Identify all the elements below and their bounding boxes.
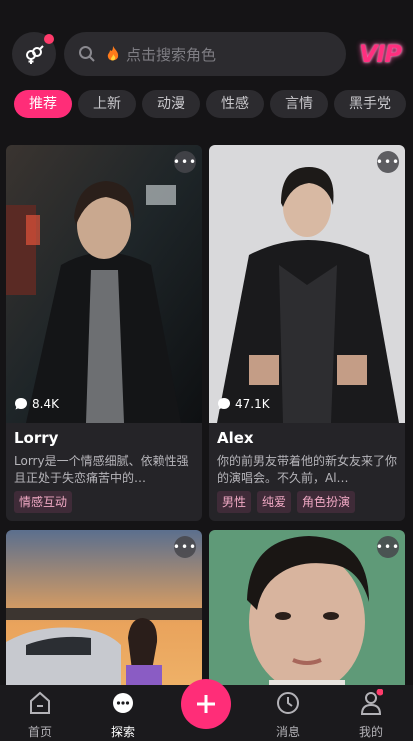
character-grid: ••• 8.4K Lorry Lorry是一个情感细腻、依赖性强且正处于失恋痛苦… [6,145,407,685]
explore-chat-icon [113,693,133,713]
nav-home-label: 首页 [27,725,52,739]
chat-bubble-icon [218,398,230,410]
notification-dot [376,689,383,696]
tab-mafia[interactable]: 黑手党 [334,90,406,118]
plus-icon [197,695,215,713]
tab-anime[interactable]: 动漫 [142,90,200,118]
tab-recommended[interactable]: 推荐 [14,90,72,118]
more-options-button[interactable]: ••• [376,151,399,173]
character-image [209,145,405,423]
clock-icon [277,692,299,714]
tag[interactable]: 男性 [217,491,252,513]
user-icon [360,689,383,715]
character-card[interactable]: ••• 47.1K Alex 你的前男友带着他的新女友来了你的演唱会。不久前，A… [209,145,405,521]
nav-home[interactable]: 首页 [10,685,70,741]
category-tabs: 推荐 上新 动漫 性感 言情 黑手党 [14,90,413,120]
character-card[interactable]: ••• [209,530,405,685]
home-icon [30,691,50,714]
character-description: 你的前男友带着他的新女友来了你的演唱会。不久前，Al… [217,454,398,485]
character-description: Lorry是一个情感细腻、依赖性强且正处于失恋痛苦中的… [14,454,189,485]
search-bar[interactable]: 点击搜索角色 [64,32,346,76]
nav-explore-label: 探索 [110,725,135,739]
more-options-button[interactable]: ••• [376,536,399,558]
tag-list: 情感互动 [14,491,78,513]
create-button[interactable] [181,679,231,729]
tab-sexy[interactable]: 性感 [206,90,264,118]
tag[interactable]: 情感互动 [14,491,73,513]
tab-new[interactable]: 上新 [78,90,136,118]
fire-icon [107,46,119,61]
nav-mine-label: 我的 [358,725,383,739]
vip-button[interactable]: VIP [354,38,406,70]
search-placeholder: 点击搜索角色 [126,45,217,64]
nav-mine[interactable]: 我的 [341,685,401,741]
gender-icon [26,45,44,64]
vip-label: VIP [358,40,402,68]
nav-messages-label: 消息 [275,725,300,739]
bottom-navigation: 首页 探索 消息 我的 [0,679,413,741]
nav-explore[interactable]: 探索 [93,685,153,741]
character-name: Lorry [14,429,59,447]
more-options-button[interactable]: ••• [173,536,196,558]
search-icon [79,46,95,62]
likes-count: 47.1K [217,397,270,411]
character-name: Alex [217,429,254,447]
nav-messages[interactable]: 消息 [258,685,318,741]
chat-bubble-icon [15,398,27,410]
tag[interactable]: 纯爱 [257,491,292,513]
tag[interactable]: 角色扮演 [297,491,356,513]
likes-count: 8.4K [14,397,59,411]
more-options-button[interactable]: ••• [173,151,196,173]
tab-romance[interactable]: 言情 [270,90,328,118]
gender-filter-button[interactable] [12,32,56,76]
top-bar: 点击搜索角色 VIP [0,0,413,82]
character-image [6,145,202,423]
character-card[interactable]: ••• 8.4K Lorry Lorry是一个情感细腻、依赖性强且正处于失恋痛苦… [6,145,202,521]
character-card[interactable]: ••• [6,530,202,685]
tag-list: 男性 纯爱 角色扮演 [217,491,361,513]
notification-dot [44,34,54,44]
